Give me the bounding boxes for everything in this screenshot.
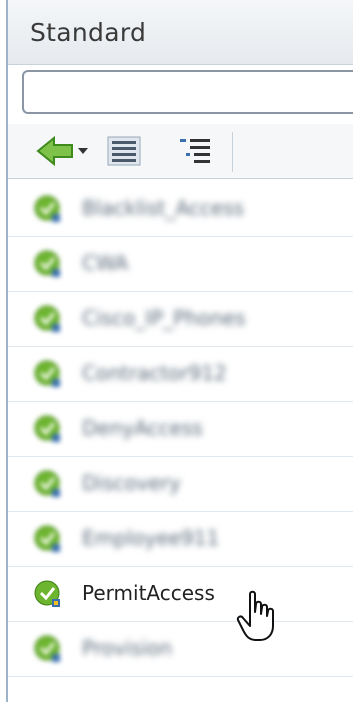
policy-check-icon: [34, 250, 60, 277]
list-item-label: Blacklist_Access: [82, 196, 244, 220]
policy-check-icon: [34, 195, 60, 222]
list-item-label: Discovery: [82, 471, 181, 495]
list-item[interactable]: CWA: [8, 237, 353, 292]
panel-title: Standard: [30, 18, 147, 47]
tree-view-button[interactable]: [174, 132, 216, 170]
list-item-label: DenyAccess: [82, 416, 203, 440]
list-item-label: CWA: [82, 251, 129, 275]
policy-check-icon: [34, 415, 60, 442]
list-item[interactable]: Blacklist_Access: [8, 182, 353, 237]
toolbar: [8, 124, 353, 179]
search-input[interactable]: [22, 70, 353, 114]
back-dropdown-button[interactable]: [34, 132, 90, 170]
back-arrow-icon: [36, 135, 88, 167]
list-item-label: Cisco_IP_Phones: [82, 306, 246, 330]
list-item[interactable]: Employee911: [8, 512, 353, 567]
list-item-label: Contractor912: [82, 361, 227, 385]
list-item[interactable]: Contractor912: [8, 347, 353, 402]
list-item[interactable]: Discovery: [8, 457, 353, 512]
policy-check-icon: [34, 635, 60, 662]
list-item-label: PermitAccess: [82, 581, 215, 605]
policy-check-icon: [34, 305, 60, 332]
list-item-label: Employee911: [82, 526, 220, 550]
policy-check-icon: [34, 525, 60, 552]
list-view-button[interactable]: [104, 132, 144, 170]
list-item[interactable]: Cisco_IP_Phones: [8, 292, 353, 347]
panel-header: Standard: [8, 0, 353, 65]
toolbar-divider: [232, 132, 233, 172]
list-item[interactable]: DenyAccess: [8, 402, 353, 457]
policy-panel: Standard Blacklist_Access CWA Cisco_IP_P…: [6, 0, 353, 702]
policy-list: Blacklist_Access CWA Cisco_IP_Phones Con…: [8, 182, 353, 677]
list-view-icon: [107, 136, 141, 166]
list-item-label: Provision: [82, 636, 173, 660]
list-item-permitaccess[interactable]: PermitAccess: [8, 567, 353, 622]
policy-check-icon: [34, 580, 60, 607]
policy-check-icon: [34, 470, 60, 497]
tree-view-icon: [180, 139, 210, 163]
list-item[interactable]: Provision: [8, 622, 353, 677]
policy-check-icon: [34, 360, 60, 387]
hand-cursor-icon: [236, 590, 274, 641]
